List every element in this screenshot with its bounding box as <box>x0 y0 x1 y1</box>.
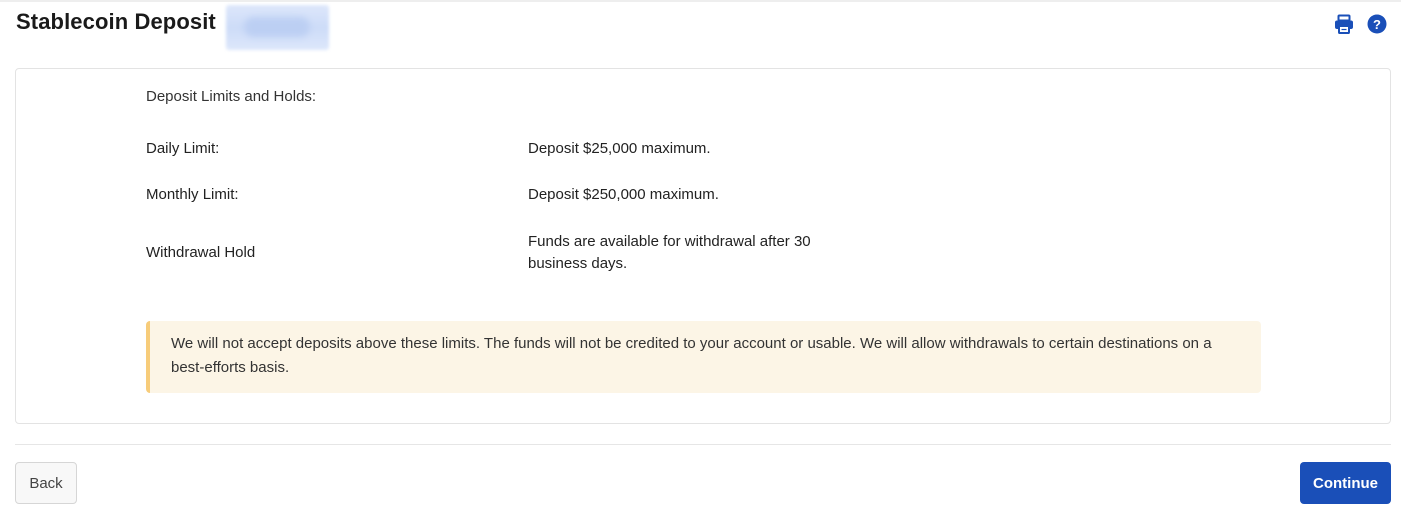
limits-warning-notice: We will not accept deposits above these … <box>146 321 1261 393</box>
top-border <box>0 0 1401 2</box>
limit-label: Withdrawal Hold <box>146 244 256 261</box>
back-button[interactable]: Back <box>15 462 77 504</box>
limit-label: Monthly Limit: <box>146 186 239 203</box>
print-icon[interactable] <box>1333 13 1355 35</box>
continue-button[interactable]: Continue <box>1300 462 1391 504</box>
stablecoin-deposit-page: Stablecoin Deposit ? Deposit Limits and … <box>0 0 1401 516</box>
deposit-limits-card: Deposit Limits and Holds: Daily Limit: D… <box>15 68 1391 424</box>
svg-text:?: ? <box>1373 17 1381 32</box>
help-icon[interactable]: ? <box>1366 13 1388 35</box>
section-heading: Deposit Limits and Holds: <box>146 88 317 105</box>
limit-label: Daily Limit: <box>146 140 220 157</box>
redacted-account-label <box>226 5 329 50</box>
limit-value: Deposit $250,000 maximum. <box>528 186 719 203</box>
footer-divider <box>15 444 1391 445</box>
page-title: Stablecoin Deposit <box>16 9 216 34</box>
limit-value: Deposit $25,000 maximum. <box>528 140 711 157</box>
limit-value: Funds are available for withdrawal after… <box>528 233 811 272</box>
